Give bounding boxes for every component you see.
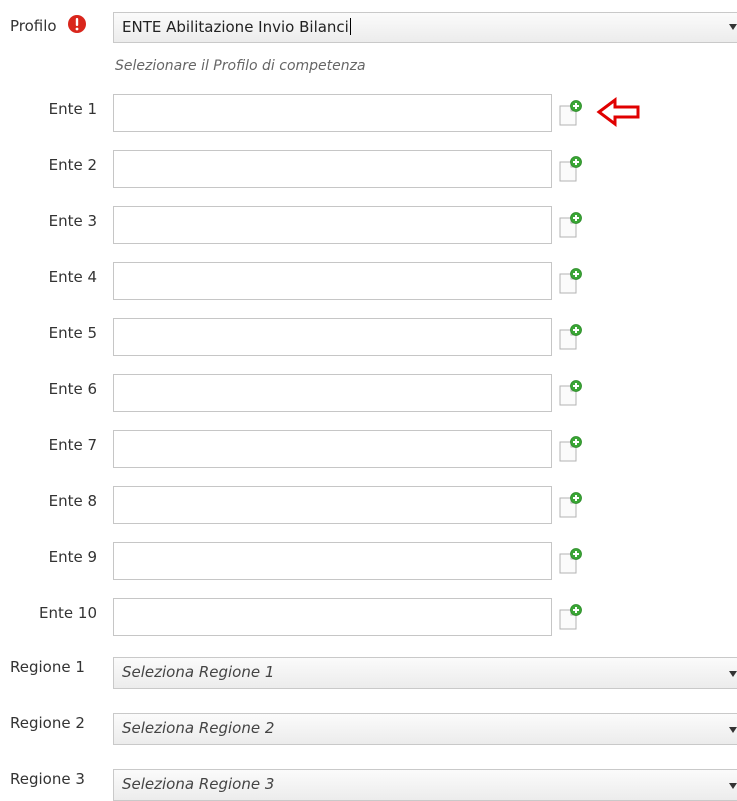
chevron-down-icon	[729, 24, 737, 30]
regione-label: Regione 3	[10, 770, 85, 788]
add-document-icon	[559, 268, 582, 294]
add-ente-button[interactable]	[557, 323, 583, 351]
add-document-icon	[559, 492, 582, 518]
add-document-icon	[559, 100, 582, 126]
add-ente-button[interactable]	[557, 435, 583, 463]
warning-icon	[67, 14, 87, 34]
add-ente-button[interactable]	[557, 211, 583, 239]
ente-label: Ente 3	[48, 212, 97, 230]
ente-label: Ente 9	[48, 548, 97, 566]
profilo-label: Profilo	[10, 17, 57, 35]
add-ente-button[interactable]	[557, 379, 583, 407]
add-ente-button[interactable]	[557, 547, 583, 575]
regione-selected-value: Seleziona Regione 2	[122, 719, 275, 737]
add-ente-button[interactable]	[557, 267, 583, 295]
ente-label: Ente 2	[48, 156, 97, 174]
ente-input[interactable]	[113, 150, 552, 188]
ente-label: Ente 5	[48, 324, 97, 342]
chevron-down-icon	[729, 783, 737, 789]
ente-input[interactable]	[113, 598, 552, 636]
profilo-selected-value: ENTE Abilitazione Invio Bilanci	[122, 18, 349, 36]
regione-label: Regione 2	[10, 714, 85, 732]
ente-label: Ente 10	[39, 604, 97, 622]
add-document-icon	[559, 380, 582, 406]
regione-selected-value: Seleziona Regione 3	[122, 775, 275, 793]
add-ente-button[interactable]	[557, 99, 583, 127]
add-ente-button[interactable]	[557, 155, 583, 183]
chevron-down-icon	[729, 671, 737, 677]
ente-input[interactable]	[113, 486, 552, 524]
regione-selected-value: Seleziona Regione 1	[122, 663, 275, 681]
ente-input[interactable]	[113, 206, 552, 244]
add-document-icon	[559, 212, 582, 238]
ente-label: Ente 7	[48, 436, 97, 454]
profilo-select[interactable]: ENTE Abilitazione Invio Bilanci	[113, 12, 737, 43]
regione-select[interactable]: Seleziona Regione 2	[113, 713, 737, 745]
add-document-icon	[559, 548, 582, 574]
regione-label: Regione 1	[10, 658, 85, 676]
add-document-icon	[559, 156, 582, 182]
ente-input[interactable]	[113, 430, 552, 468]
text-caret	[349, 18, 351, 35]
ente-label: Ente 6	[48, 380, 97, 398]
regione-select[interactable]: Seleziona Regione 1	[113, 657, 737, 689]
ente-label: Ente 8	[48, 492, 97, 510]
add-ente-button[interactable]	[557, 603, 583, 631]
add-document-icon	[559, 436, 582, 462]
ente-input[interactable]	[113, 318, 552, 356]
add-ente-button[interactable]	[557, 491, 583, 519]
ente-label: Ente 4	[48, 268, 97, 286]
ente-input[interactable]	[113, 374, 552, 412]
chevron-down-icon	[729, 727, 737, 733]
add-document-icon	[559, 324, 582, 350]
regione-select[interactable]: Seleziona Regione 3	[113, 769, 737, 801]
ente-input[interactable]	[113, 542, 552, 580]
ente-input[interactable]	[113, 94, 552, 132]
add-document-icon	[559, 604, 582, 630]
profilo-hint: Selezionare il Profilo di competenza	[115, 58, 366, 74]
ente-label: Ente 1	[48, 100, 97, 118]
left-arrow-icon	[596, 96, 642, 128]
ente-input[interactable]	[113, 262, 552, 300]
